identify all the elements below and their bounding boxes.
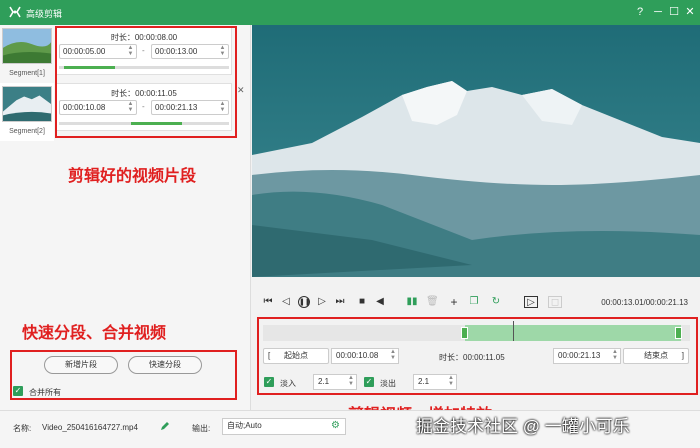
trim-timeline[interactable]: [263, 321, 690, 341]
trim-controls-row: [ 起始点 00:00:10.08 ▲ ▼ 时长：00:00:11.05 00:0…: [263, 347, 690, 365]
add-icon[interactable]: +: [448, 296, 460, 308]
spin-arrows-icon[interactable]: ▲ ▼: [448, 375, 454, 387]
close-button[interactable]: ✕: [683, 5, 697, 19]
mark-out-icon[interactable]: ◻: [548, 296, 562, 308]
maximize-button[interactable]: ☐: [667, 5, 681, 19]
merge-all-label: 合并所有: [29, 388, 61, 397]
segment-thumbnail-image: [2, 28, 52, 64]
title-bar: 高级剪辑 ? ─ ☐ ✕: [0, 0, 700, 25]
fade-in-label: 淡入: [280, 379, 296, 388]
annotation-segments: 剪辑好的视频片段: [68, 168, 197, 185]
output-label: 输出:: [192, 424, 211, 433]
window-title: 高级剪辑: [26, 9, 63, 19]
thumbnail-label: Segment[1]: [9, 70, 45, 77]
trim-duration: 时长：00:00:11.05: [439, 353, 505, 362]
copy-icon[interactable]: ❐: [468, 296, 480, 308]
set-end-button[interactable]: 结束点 ]: [623, 348, 689, 364]
help-button[interactable]: ?: [633, 5, 647, 19]
video-preview: [252, 25, 700, 277]
edit-name-icon[interactable]: [160, 421, 170, 431]
annotation-split-merge: 快速分段、合并视频: [22, 325, 167, 342]
volume-icon[interactable]: ◀: [374, 296, 386, 308]
trim-selection-range[interactable]: [465, 325, 681, 341]
trim-end-handle[interactable]: [675, 327, 682, 339]
thumbnail-item[interactable]: Segment[2]: [0, 83, 54, 141]
set-start-button[interactable]: [ 起始点: [263, 348, 329, 364]
skip-to-start-icon[interactable]: ⏮: [262, 296, 274, 308]
thumbnail-label: Segment[2]: [9, 128, 45, 135]
file-name: Video_250416164727.mp4: [42, 423, 138, 432]
fade-in-input[interactable]: 2.1 ▲ ▼: [313, 374, 357, 390]
segment-delete-icon[interactable]: ✕: [237, 85, 245, 96]
spin-arrows-icon[interactable]: ▲ ▼: [612, 349, 618, 361]
stop-icon[interactable]: ■: [356, 296, 368, 308]
output-format-select[interactable]: 自动;Auto ⚙: [222, 418, 346, 435]
new-segment-button[interactable]: 新增片段: [44, 356, 118, 374]
fade-out-label: 淡出: [380, 379, 396, 388]
settings-gear-icon[interactable]: ⚙: [331, 419, 340, 433]
segment-thumbnail-image: [2, 86, 52, 122]
playback-timecode: 00:00:13.01/00:00:21.13: [601, 298, 688, 307]
trim-end-time-input[interactable]: 00:00:21.13 ▲ ▼: [553, 348, 621, 364]
app-logo-icon: [9, 6, 21, 18]
player-controls: ⏮ ◁ ❚❚ ▷ ⏭ ■ ◀ ▮▮ 🗑 + ❐ ↻ ▷ ◻ 00:00:13.0…: [252, 292, 700, 314]
split-icon[interactable]: ▮▮: [406, 296, 418, 308]
step-forward-icon[interactable]: ▷: [316, 296, 328, 308]
name-label: 名称:: [13, 424, 32, 433]
fade-out-checkbox[interactable]: ✓: [364, 377, 374, 387]
spin-arrows-icon[interactable]: ▲ ▼: [348, 375, 354, 387]
segments-highlight-box: [55, 26, 237, 138]
merge-all-checkbox[interactable]: ✓: [13, 386, 23, 396]
watermark-text: 掘金技术社区 @ 一罐小可乐: [416, 417, 630, 436]
fade-in-checkbox[interactable]: ✓: [264, 377, 274, 387]
playhead-marker[interactable]: [513, 321, 514, 341]
fade-out-input[interactable]: 2.1 ▲ ▼: [413, 374, 457, 390]
step-back-icon[interactable]: ◁: [280, 296, 292, 308]
trim-start-time-input[interactable]: 00:00:10.08 ▲ ▼: [331, 348, 399, 364]
thumbnail-list: Segment[1] Segment[2]: [0, 25, 54, 145]
minimize-button[interactable]: ─: [651, 5, 665, 19]
mark-in-icon[interactable]: ▷: [524, 296, 538, 308]
delete-icon[interactable]: 🗑: [426, 296, 439, 308]
spin-arrows-icon[interactable]: ▲ ▼: [390, 349, 396, 361]
trim-start-handle[interactable]: [461, 327, 468, 339]
refresh-icon[interactable]: ↻: [490, 296, 502, 308]
thumbnail-item[interactable]: Segment[1]: [0, 25, 54, 83]
skip-to-end-icon[interactable]: ⏭: [334, 296, 346, 308]
quick-split-button[interactable]: 快速分段: [128, 356, 202, 374]
pause-icon[interactable]: ❚❚: [298, 296, 311, 308]
